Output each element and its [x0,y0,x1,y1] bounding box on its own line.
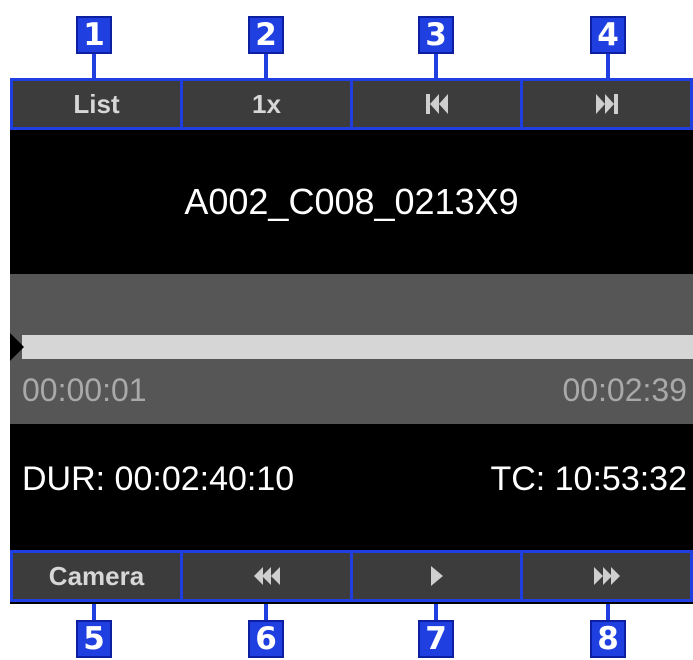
previous-clip-button[interactable] [353,78,523,130]
rewind-icon [253,567,280,585]
clip-name: A002_C008_0213X9 [184,181,519,222]
info-panel: DUR: 00:02:40:10 TC: 10:53:32 [10,424,693,550]
callout-badge-4: 4 [590,16,626,54]
timeline-end-time: 00:02:39 [562,372,687,408]
playback-screen: List 1x A002_C008_0213X9 00:00:01 00:02:… [10,78,693,604]
callout-badge-5: 5 [76,620,112,658]
list-button[interactable]: List [10,78,183,130]
duration-readout: DUR: 00:02:40:10 [22,460,295,498]
speed-button-label: 1x [252,88,281,119]
skip-previous-icon [425,94,448,114]
bottom-button-bar: Camera [10,550,693,602]
callout-badge-3: 3 [418,16,454,54]
skip-next-icon [595,94,618,114]
timecode-readout: TC: 10:53:32 [490,460,687,498]
fast-forward-icon [593,567,620,585]
callout-badge-8: 8 [590,620,626,658]
timeline-start-time: 00:00:01 [22,372,147,408]
list-button-label: List [73,88,120,119]
play-icon [430,566,443,586]
fast-forward-button[interactable] [523,550,693,602]
callout-badge-7: 7 [418,620,454,658]
callout-badge-1: 1 [76,16,112,54]
rewind-button[interactable] [183,550,353,602]
speed-button[interactable]: 1x [183,78,353,130]
next-clip-button[interactable] [523,78,693,130]
timeline-panel: 00:00:01 00:02:39 [10,274,693,424]
play-button[interactable] [353,550,523,602]
callout-badge-2: 2 [248,16,284,54]
playhead-marker[interactable] [10,333,24,361]
camera-button-label: Camera [48,560,145,591]
camera-button[interactable]: Camera [10,550,183,602]
top-button-bar: List 1x [10,78,693,130]
progress-bar[interactable] [22,335,693,359]
callout-badge-6: 6 [248,620,284,658]
